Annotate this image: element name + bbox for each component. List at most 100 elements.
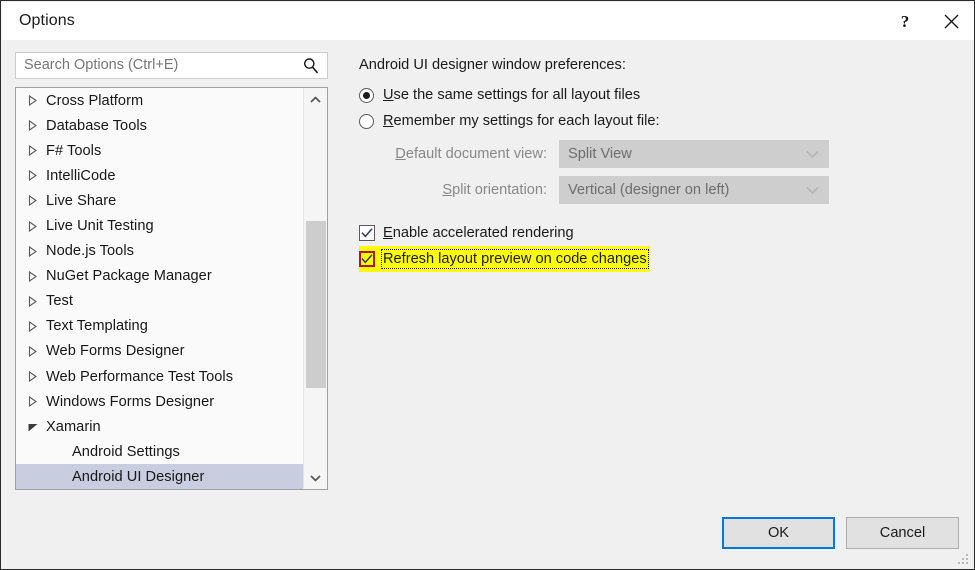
panel-heading: Android UI designer window preferences: [359,57,626,73]
tree-collapsed-arrow-icon[interactable] [28,120,46,132]
tree-item-web-forms-designer[interactable]: Web Forms Designer [16,339,304,364]
tree-item-intellicode[interactable]: IntelliCode [16,163,304,188]
tree-item-label: F# Tools [46,142,102,159]
tree-item-label: Web Performance Test Tools [46,368,234,385]
checkbox-refresh-layout-preview[interactable] [359,251,375,267]
checkmark-icon [361,228,373,238]
close-button[interactable] [928,3,974,40]
options-tree-panel: Cross Platform Database Tools F# Tools Inte… [15,87,328,490]
options-tree[interactable]: Cross Platform Database Tools F# Tools Inte… [16,88,304,489]
combo-split-orientation[interactable]: Vertical (designer on left) [559,176,829,204]
triangle-right-icon [28,120,37,132]
tree-item-label: Web Forms Designer [46,343,185,360]
tree-item-label: Windows Forms Designer [46,393,215,410]
tree-collapsed-arrow-icon[interactable] [28,295,46,307]
tree-item-label: Text Templating [46,318,148,335]
tree-item-android-ui-designer[interactable]: Android UI Designer [16,464,304,489]
radio-label-text: se the same settings for all layout file… [393,87,641,103]
tree-item-label: IntelliCode [46,167,116,184]
label-default-document-view: Default document view: [359,146,559,162]
tree-item-f-tools[interactable]: F# Tools [16,138,304,163]
tree-item-windows-forms-designer[interactable]: Windows Forms Designer [16,389,304,414]
scrollbar-down-button[interactable] [304,466,327,489]
mnemonic-letter: R [383,113,394,129]
tree-item-label: Android Settings [72,443,180,460]
triangle-right-icon [28,195,37,207]
search-box[interactable] [15,52,328,79]
options-dialog: Options ? Cross Platform Database Tools F#… [0,0,975,570]
checkbox-label-enable-accelerated-rendering: Enable accelerated rendering [383,225,574,241]
triangle-right-icon [28,145,37,157]
triangle-right-icon [28,295,37,307]
tree-item-cross-platform[interactable]: Cross Platform [16,88,304,113]
tree-collapsed-arrow-icon[interactable] [28,170,46,182]
tree-collapsed-arrow-icon[interactable] [28,320,46,332]
tree-collapsed-arrow-icon[interactable] [28,245,46,257]
ok-button[interactable]: OK [722,517,835,549]
tree-item-database-tools[interactable]: Database Tools [16,113,304,138]
checkmark-icon [361,254,373,264]
tree-item-label: Node.js Tools [46,243,134,260]
checkbox-label-refresh-layout-preview: Refresh layout preview on code changes [381,249,649,269]
combo-value-split-orientation: Vertical (designer on left) [568,182,730,198]
triangle-right-icon [28,396,37,408]
tree-collapsed-arrow-icon[interactable] [28,371,46,383]
tree-collapsed-arrow-icon[interactable] [28,270,46,282]
tree-item-label: Live Unit Testing [46,218,154,235]
scrollbar-up-button[interactable] [304,88,327,111]
checkbox-enable-accelerated-rendering[interactable] [359,225,375,241]
tree-item-test[interactable]: Test [16,289,304,314]
resize-grip-icon[interactable] [958,553,970,565]
tree-collapsed-arrow-icon[interactable] [28,345,46,357]
tree-item-label: Android UI Designer [72,468,205,485]
tree-item-xamarin[interactable]: Xamarin [16,414,304,439]
combo-default-document-view[interactable]: Split View [559,140,829,168]
tree-item-live-unit-testing[interactable]: Live Unit Testing [16,213,304,238]
tree-expanded-arrow-icon[interactable] [28,421,46,432]
triangle-down-icon [28,424,38,432]
mnemonic-letter: D [395,146,406,162]
tree-item-label: Xamarin [46,418,101,435]
tree-collapsed-arrow-icon[interactable] [28,396,46,408]
triangle-right-icon [28,345,37,357]
tree-collapsed-arrow-icon[interactable] [28,95,46,107]
tree-collapsed-arrow-icon[interactable] [28,145,46,157]
scrollbar-thumb[interactable] [306,221,326,388]
tree-item-web-performance-test-tools[interactable]: Web Performance Test Tools [16,364,304,389]
triangle-right-icon [28,371,37,383]
close-icon [944,14,958,29]
radio-label-remember-settings: Remember my settings for each layout fil… [383,113,660,129]
tree-item-nuget-package-manager[interactable]: NuGet Package Manager [16,264,304,289]
tree-item-text-templating[interactable]: Text Templating [16,314,304,339]
chevron-up-icon [310,95,321,103]
tree-collapsed-arrow-icon[interactable] [28,195,46,207]
field-row-split-orientation: Split orientation: Vertical (designer on… [359,174,959,206]
tree-item-live-share[interactable]: Live Share [16,188,304,213]
mnemonic-letter: U [383,87,394,103]
radio-remember-settings[interactable] [359,113,374,129]
radio-same-settings[interactable] [359,87,374,103]
triangle-right-icon [28,320,37,332]
search-input[interactable] [24,57,294,73]
tree-scrollbar[interactable] [303,88,327,489]
radio-row-remember-settings[interactable]: Remember my settings for each layout fil… [359,108,959,134]
tree-item-node-js-tools[interactable]: Node.js Tools [16,239,304,264]
chevron-down-icon [806,186,819,195]
triangle-right-icon [28,270,37,282]
help-button[interactable]: ? [882,3,928,40]
tree-item-label: Live Share [46,192,117,209]
question-mark-icon: ? [900,11,910,31]
radio-row-same-settings[interactable]: Use the same settings for all layout fil… [359,82,959,108]
checkbox-row-refresh-layout-preview[interactable]: Refresh layout preview on code changes [359,246,650,272]
cancel-button[interactable]: Cancel [846,517,959,549]
search-icon[interactable] [302,57,320,75]
checkbox-row-enable-accelerated-rendering[interactable]: Enable accelerated rendering [359,220,574,246]
chevron-down-icon [310,474,321,482]
label-text: plit orientation: [452,182,547,198]
tree-item-label: Database Tools [46,117,148,134]
triangle-right-icon [28,245,37,257]
tree-item-android-settings[interactable]: Android Settings [16,439,304,464]
tree-collapsed-arrow-icon[interactable] [28,220,46,232]
radio-label-same-settings: Use the same settings for all layout fil… [383,87,640,103]
tree-item-label: NuGet Package Manager [46,268,212,285]
